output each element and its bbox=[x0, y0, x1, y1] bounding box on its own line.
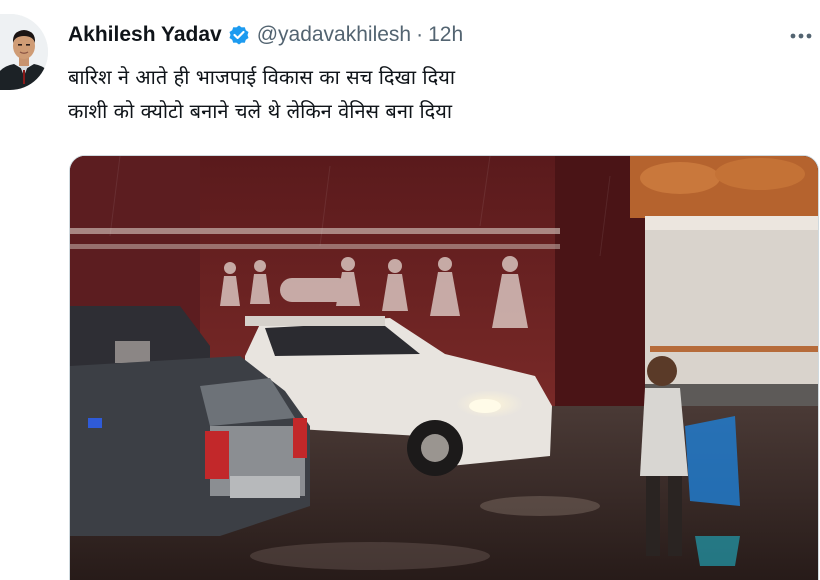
avatar[interactable] bbox=[0, 14, 48, 90]
tweet-card: Akhilesh Yadav @yadavakhilesh · 12h बारि… bbox=[0, 0, 820, 580]
tweet-text: बारिश ने आते ही भाजपाई विकास का सच दिखा … bbox=[68, 60, 768, 128]
tweet-text-line: काशी को क्योटो बनाने चले थे लेकिन वेनिस … bbox=[68, 99, 453, 123]
more-options-icon[interactable] bbox=[784, 22, 818, 50]
tweet-text-line: बारिश ने आते ही भाजपाई विकास का सच दिखा … bbox=[68, 65, 455, 89]
tweet-media-photo[interactable] bbox=[69, 155, 819, 580]
tweet-header: Akhilesh Yadav @yadavakhilesh · 12h bbox=[68, 20, 463, 50]
verified-badge-icon bbox=[227, 23, 251, 47]
avatar-image bbox=[0, 14, 48, 90]
author-display-name[interactable]: Akhilesh Yadav bbox=[68, 23, 222, 47]
tweet-timestamp[interactable]: 12h bbox=[428, 23, 463, 47]
header-separator: · bbox=[416, 23, 424, 46]
author-handle[interactable]: @yadavakhilesh bbox=[257, 23, 411, 47]
waterlogged-street-image bbox=[70, 156, 818, 580]
